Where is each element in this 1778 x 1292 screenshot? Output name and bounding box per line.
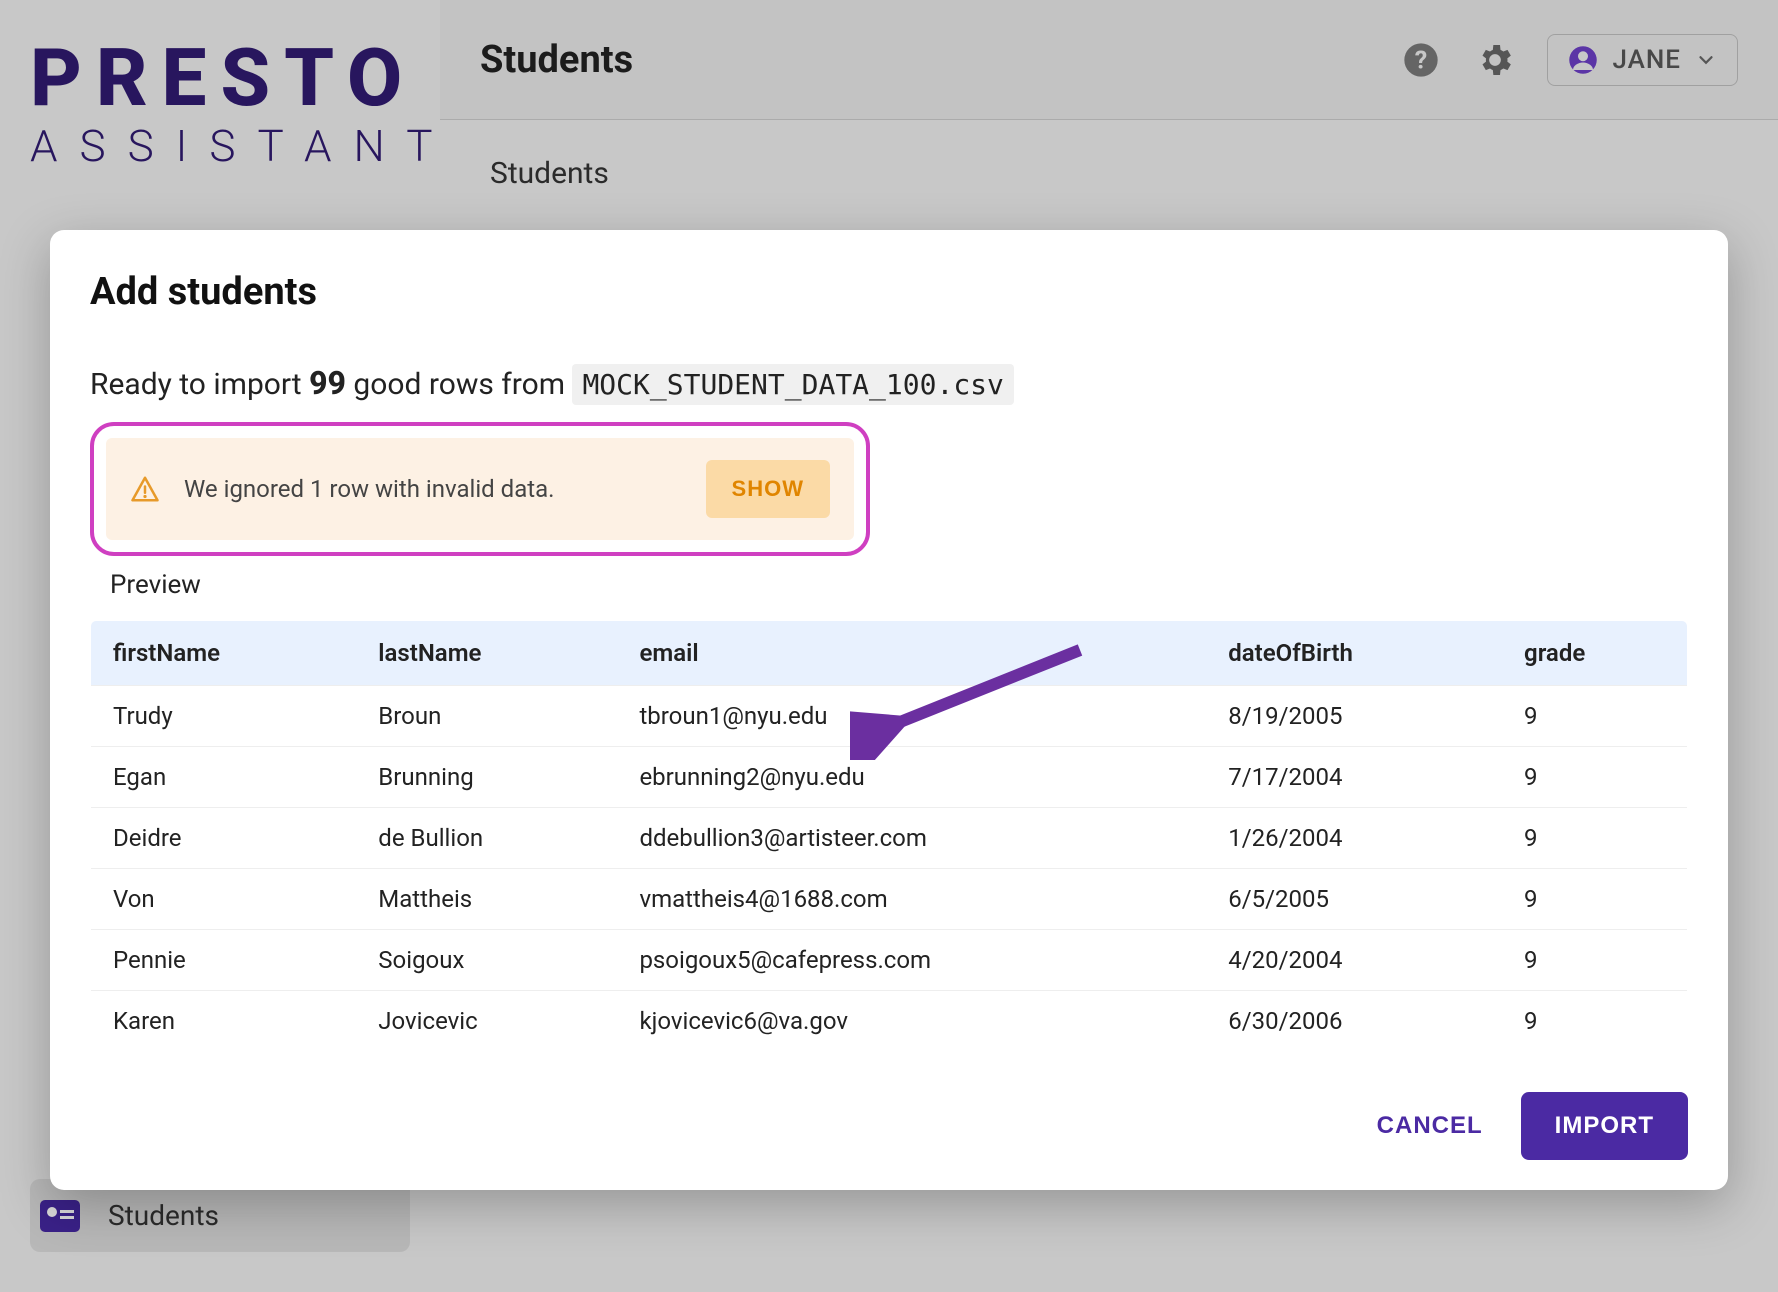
- cell-email: psoigoux5@cafepress.com: [617, 930, 1206, 991]
- add-students-dialog: Add students Ready to import 99 good row…: [50, 230, 1728, 1190]
- cell-firstName: Von: [91, 869, 357, 930]
- cell-grade: 9: [1502, 930, 1687, 991]
- cancel-button[interactable]: CANCEL: [1369, 1098, 1491, 1154]
- alert-highlight-box: We ignored 1 row with invalid data. SHOW: [90, 422, 870, 556]
- cell-dateOfBirth: 6/30/2006: [1206, 991, 1502, 1052]
- col-grade: grade: [1502, 621, 1687, 686]
- cell-firstName: Trudy: [91, 686, 357, 747]
- show-ignored-button[interactable]: SHOW: [706, 460, 830, 518]
- cell-lastName: Brunning: [356, 747, 617, 808]
- warning-icon: [130, 474, 160, 504]
- table-row: KarenJovicevickjovicevic6@va.gov6/30/200…: [91, 991, 1688, 1052]
- import-button[interactable]: IMPORT: [1521, 1092, 1688, 1160]
- table-row: EganBrunningebrunning2@nyu.edu7/17/20049: [91, 747, 1688, 808]
- table-row: Deidrede Bullionddebullion3@artisteer.co…: [91, 808, 1688, 869]
- cell-firstName: Egan: [91, 747, 357, 808]
- cell-lastName: Soigoux: [356, 930, 617, 991]
- col-lastName: lastName: [356, 621, 617, 686]
- cell-firstName: Karen: [91, 991, 357, 1052]
- cell-grade: 9: [1502, 869, 1687, 930]
- col-email: email: [617, 621, 1206, 686]
- cell-grade: 9: [1502, 808, 1687, 869]
- cell-firstName: Pennie: [91, 930, 357, 991]
- cell-email: vmattheis4@1688.com: [617, 869, 1206, 930]
- cell-lastName: Jovicevic: [356, 991, 617, 1052]
- cell-dateOfBirth: 4/20/2004: [1206, 930, 1502, 991]
- table-header-row: firstName lastName email dateOfBirth gra…: [91, 621, 1688, 686]
- alert-text: We ignored 1 row with invalid data.: [184, 475, 554, 503]
- table-row: TrudyBrountbroun1@nyu.edu8/19/20059: [91, 686, 1688, 747]
- cell-email: ebrunning2@nyu.edu: [617, 747, 1206, 808]
- cell-email: kjovicevic6@va.gov: [617, 991, 1206, 1052]
- dialog-title: Add students: [90, 270, 1688, 314]
- dialog-actions: CANCEL IMPORT: [90, 1092, 1688, 1160]
- cell-lastName: Broun: [356, 686, 617, 747]
- cell-dateOfBirth: 7/17/2004: [1206, 747, 1502, 808]
- cell-firstName: Deidre: [91, 808, 357, 869]
- preview-label: Preview: [110, 570, 1688, 600]
- cell-email: tbroun1@nyu.edu: [617, 686, 1206, 747]
- import-count: 99: [309, 364, 346, 402]
- cell-lastName: Mattheis: [356, 869, 617, 930]
- preview-table: firstName lastName email dateOfBirth gra…: [90, 620, 1688, 1052]
- cell-dateOfBirth: 1/26/2004: [1206, 808, 1502, 869]
- import-summary: Ready to import 99 good rows from MOCK_S…: [90, 364, 1688, 402]
- cell-email: ddebullion3@artisteer.com: [617, 808, 1206, 869]
- import-prefix: Ready to import: [90, 367, 309, 402]
- cell-lastName: de Bullion: [356, 808, 617, 869]
- table-row: PennieSoigouxpsoigoux5@cafepress.com4/20…: [91, 930, 1688, 991]
- ignored-rows-alert: We ignored 1 row with invalid data. SHOW: [106, 438, 854, 540]
- import-mid: good rows from: [346, 367, 572, 402]
- col-firstName: firstName: [91, 621, 357, 686]
- cell-grade: 9: [1502, 686, 1687, 747]
- col-dateOfBirth: dateOfBirth: [1206, 621, 1502, 686]
- table-row: VonMattheisvmattheis4@1688.com6/5/20059: [91, 869, 1688, 930]
- import-filename: MOCK_STUDENT_DATA_100.csv: [572, 364, 1013, 405]
- cell-grade: 9: [1502, 747, 1687, 808]
- cell-dateOfBirth: 8/19/2005: [1206, 686, 1502, 747]
- cell-grade: 9: [1502, 991, 1687, 1052]
- modal-overlay: Add students Ready to import 99 good row…: [0, 0, 1778, 1292]
- cell-dateOfBirth: 6/5/2005: [1206, 869, 1502, 930]
